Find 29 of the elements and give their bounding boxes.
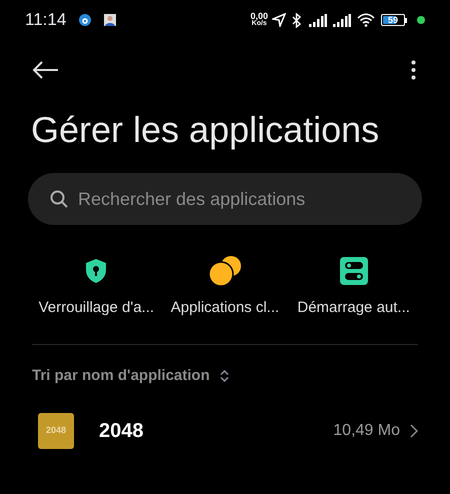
more-button[interactable] bbox=[411, 60, 416, 80]
back-button[interactable] bbox=[31, 60, 59, 80]
app-row[interactable]: 2048 2048 10,49 Mo bbox=[0, 413, 450, 449]
back-icon bbox=[31, 60, 59, 80]
net-speed: 0,00 bbox=[250, 12, 268, 20]
shield-icon bbox=[85, 258, 108, 284]
shortcut-tile[interactable]: Verrouillage d'a... bbox=[32, 255, 161, 320]
signal-icon bbox=[309, 14, 327, 26]
signal-icon bbox=[333, 14, 351, 26]
clock: 11:14 bbox=[25, 9, 66, 32]
app-name: 2048 bbox=[99, 419, 144, 444]
toggles-icon bbox=[340, 257, 368, 285]
search-icon bbox=[50, 190, 68, 208]
more-icon bbox=[411, 60, 416, 80]
chevron-icon bbox=[410, 424, 418, 438]
location-icon bbox=[272, 13, 286, 27]
bluetooth-icon bbox=[292, 12, 301, 28]
app-notification-icon bbox=[79, 14, 92, 26]
shortcut-tile[interactable]: Démarrage aut... bbox=[289, 255, 418, 320]
app-icon: 2048 bbox=[38, 413, 74, 449]
person-notification-icon bbox=[104, 14, 116, 26]
sort-button[interactable]: Tri par nom d'application bbox=[32, 364, 229, 387]
app-size: 10,49 Mo bbox=[333, 421, 400, 441]
sort-icon bbox=[220, 370, 229, 382]
page-title: Gérer les applications bbox=[30, 108, 380, 152]
circles-icon bbox=[208, 255, 242, 287]
search-field[interactable]: Rechercher des applications bbox=[28, 173, 422, 225]
shortcut-tile[interactable]: Applications cl... bbox=[160, 255, 290, 320]
wifi-icon bbox=[357, 13, 375, 27]
